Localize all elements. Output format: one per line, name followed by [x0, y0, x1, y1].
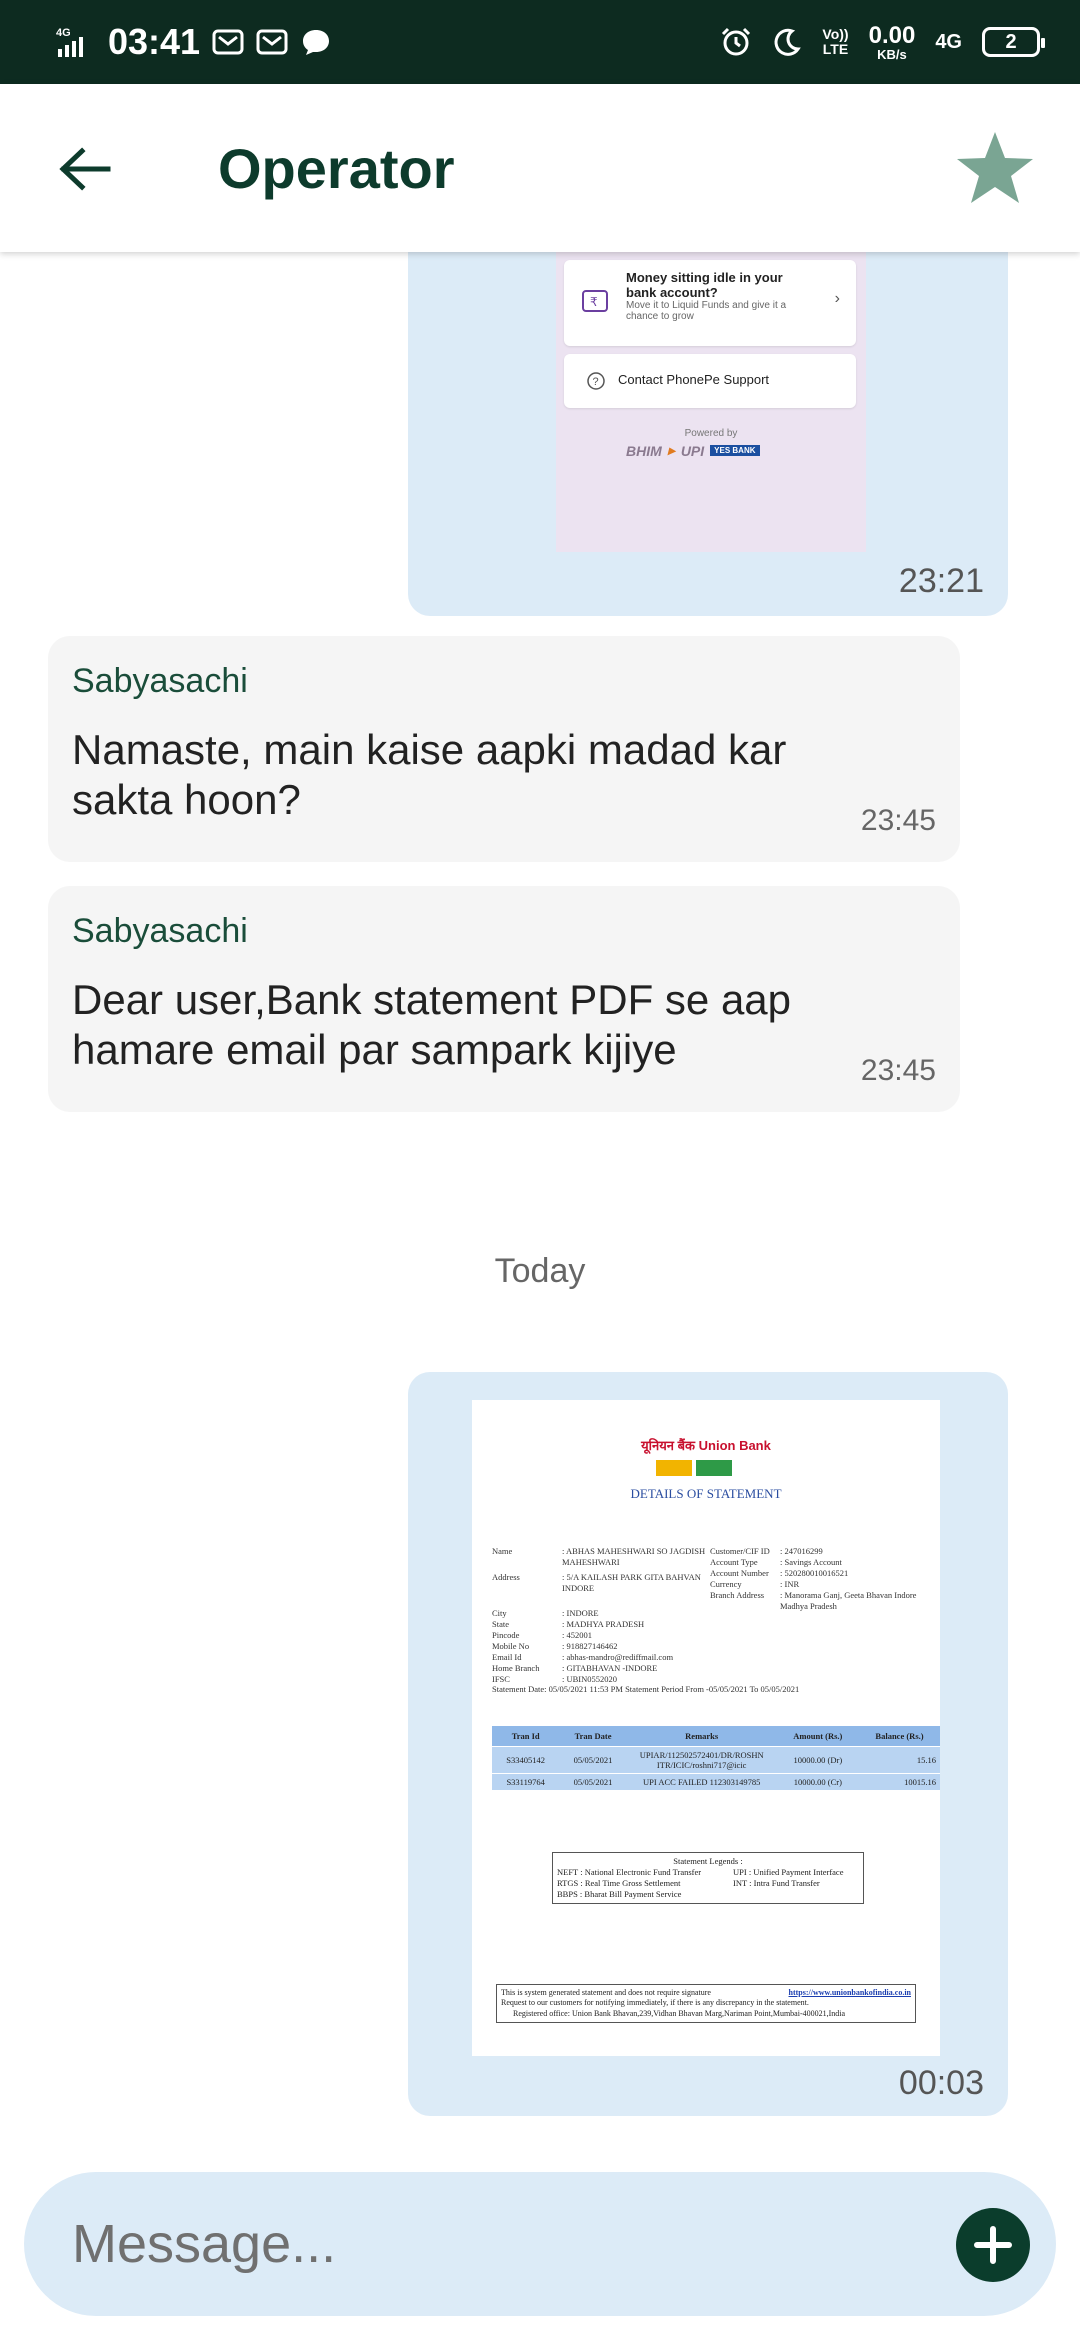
detail-row: Account Type: Savings Account [710, 1557, 842, 1568]
mail-notification-icon [256, 27, 288, 57]
customer-details-right: Customer/CIF ID: 247016299 Account Type:… [710, 1546, 930, 1612]
bank-statement-image[interactable]: यूनियन बैंक Union Bank DETAILS OF STATEM… [472, 1400, 940, 2056]
volte-indicator: Vo)) LTE [822, 26, 849, 57]
statement-legend: Statement Legends : NEFT : National Elec… [552, 1852, 864, 1905]
image-message-bubble[interactable]: यूनियन बैंक Union Bank DETAILS OF STATEM… [408, 1372, 1008, 2116]
customer-details-left: Name: ABHAS MAHESHWARI SO JAGDISH MAHESH… [492, 1546, 712, 1686]
favorite-button[interactable] [952, 126, 1038, 212]
phonepe-screenshot-image[interactable]: ₹ Money sitting idle in your bank accoun… [556, 252, 866, 552]
statement-footer: This is system generated statement and d… [496, 1984, 916, 2024]
phonepe-card-support: ? Contact PhonePe Support [564, 354, 856, 408]
table-header: Tran Date [559, 1726, 627, 1747]
status-bar: 4G 03:41 Vo)) LTE 0.00 KB/s 4G 2 [0, 0, 1080, 84]
message-input[interactable] [72, 2198, 912, 2290]
message-time: 23:21 [898, 562, 984, 600]
network-type: 4G [935, 30, 962, 53]
detail-row: Email Id: abhas-mandro@rediffmail.com [492, 1652, 674, 1663]
table-header: Remarks [626, 1726, 777, 1747]
page-title: Operator [218, 137, 455, 200]
union-bank-logo: यूनियन बैंक Union Bank [641, 1438, 771, 1453]
detail-row: Home Branch: GITABHAVAN -INDORE [492, 1663, 658, 1674]
battery-level: 2 [1005, 30, 1017, 53]
svg-text:?: ? [593, 376, 599, 388]
svg-text:4G: 4G [56, 27, 71, 39]
help-icon: ? [587, 372, 605, 390]
table-header: Tran Id [492, 1726, 560, 1747]
svg-text:₹: ₹ [590, 295, 598, 309]
message-time: 00:03 [898, 2064, 984, 2102]
statement-period: Statement Date: 05/05/2021 11:53 PM Stat… [492, 1684, 800, 1694]
network-speed: 0.00 KB/s [868, 21, 916, 62]
image-message-bubble[interactable]: ₹ Money sitting idle in your bank accoun… [408, 252, 1008, 616]
detail-row: Customer/CIF ID: 247016299 [710, 1546, 823, 1556]
detail-row: Address: 5/A KAILASH PARK GITA BAHVAN IN… [492, 1572, 701, 1594]
detail-row: Pincode: 452001 [492, 1630, 592, 1641]
bank-website-link: https://www.unionbankofindia.co.in [788, 1988, 912, 1997]
statement-heading: DETAILS OF STATEMENT [630, 1486, 782, 1501]
detail-row: Account Number: 520280010016521 [710, 1568, 849, 1579]
signal-icon: 4G [56, 25, 90, 59]
message-text: Dear user,Bank statement PDF se aap hama… [72, 976, 792, 1073]
table-row: S33119764 05/05/2021 UPI ACC FAILED 1123… [492, 1773, 940, 1790]
add-attachment-button[interactable] [956, 2208, 1030, 2282]
incoming-message[interactable]: Sabyasachi Namaste, main kaise aapki mad… [48, 636, 960, 862]
bank-badges [656, 1460, 732, 1476]
back-button[interactable] [50, 134, 120, 204]
battery-icon: 2 [982, 27, 1045, 57]
message-sender: Sabyasachi [72, 662, 248, 700]
detail-row: State: MADHYA PRADESH [492, 1619, 645, 1630]
detail-row: City: INDORE [492, 1608, 599, 1619]
chat-notification-icon [300, 27, 332, 57]
detail-row: Branch Address: Manorama Ganj, Geeta Bha… [710, 1590, 917, 1612]
bhim-upi-logo: BHIM ▸ UPI YES BANK [626, 442, 760, 459]
chat-area[interactable]: ₹ Money sitting idle in your bank accoun… [0, 252, 1080, 2170]
table-header: Balance (Rs.) [859, 1726, 940, 1747]
table-row: S33405142 05/05/2021 UPIAR/112502572401/… [492, 1746, 940, 1774]
arrow-left-icon [59, 147, 111, 191]
message-time: 23:45 [860, 1054, 936, 1087]
message-text: Namaste, main kaise aapki madad kar sakt… [72, 726, 787, 823]
incoming-message[interactable]: Sabyasachi Dear user,Bank statement PDF … [48, 886, 960, 1112]
plus-icon [974, 2226, 1012, 2264]
message-sender: Sabyasachi [72, 912, 248, 950]
app-header: Operator [0, 84, 1080, 252]
phonepe-card-liquid-funds: ₹ Money sitting idle in your bank accoun… [564, 260, 856, 346]
detail-row: Name: ABHAS MAHESHWARI SO JAGDISH MAHESH… [492, 1546, 706, 1568]
rupee-wallet-icon: ₹ [582, 290, 608, 312]
moon-icon [772, 27, 802, 57]
transactions-table: Tran Id Tran Date Remarks Amount (Rs.) B… [492, 1726, 940, 1790]
table-header: Amount (Rs.) [776, 1726, 860, 1747]
star-icon [957, 132, 1033, 203]
day-separator: Today [494, 1252, 586, 1290]
alarm-icon [720, 26, 752, 58]
detail-row: Mobile No: 918827146462 [492, 1641, 618, 1652]
message-composer [24, 2172, 1056, 2316]
message-time: 23:45 [860, 804, 936, 837]
mail-notification-icon [212, 27, 244, 57]
detail-row: Currency: INR [710, 1579, 800, 1590]
status-time: 03:41 [108, 21, 201, 62]
chevron-right-icon: › [834, 290, 840, 307]
